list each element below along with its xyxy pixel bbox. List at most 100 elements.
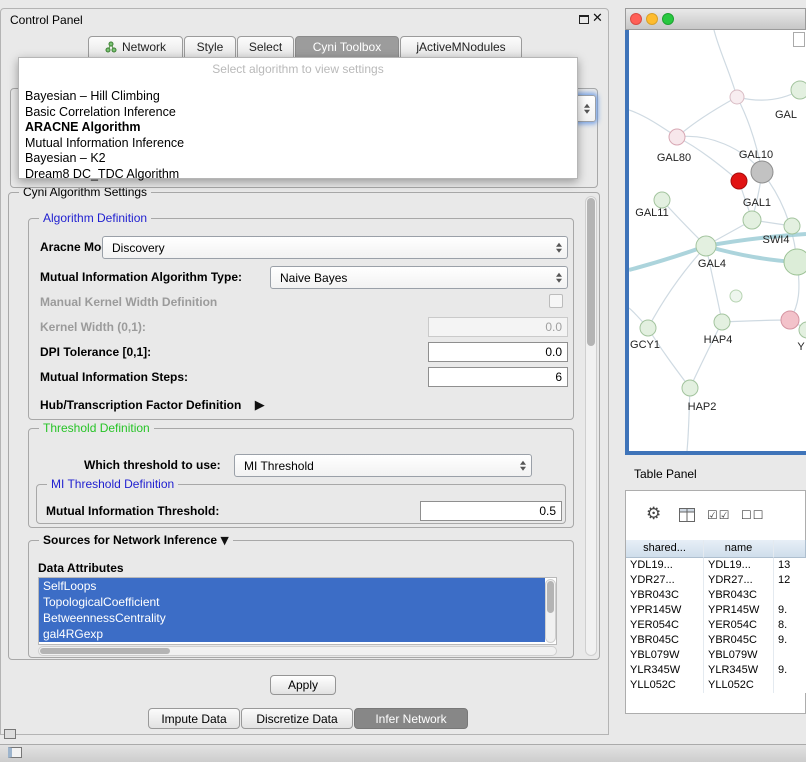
network-node-label: HAP2 xyxy=(688,401,717,413)
network-node[interactable] xyxy=(781,311,799,329)
panel-dock-icon[interactable] xyxy=(4,729,16,739)
column-header-shared-name[interactable]: shared... xyxy=(626,540,704,558)
sources-group-title[interactable]: Sources for Network Inference ▼ xyxy=(39,533,233,547)
tab-network[interactable]: Network xyxy=(88,36,183,58)
network-node[interactable] xyxy=(743,211,761,229)
algorithm-dropdown-options: Bayesian – Hill ClimbingBasic Correlatio… xyxy=(19,89,577,182)
table-row[interactable]: YBR045CYBR045C9. xyxy=(626,633,806,648)
apply-button[interactable]: Apply xyxy=(270,675,336,695)
network-node[interactable] xyxy=(730,290,742,302)
column-header-partial[interactable] xyxy=(774,540,806,558)
attribute-list-item[interactable]: SelfLoops xyxy=(39,578,545,594)
attribute-list-item[interactable]: TopologicalCoefficient xyxy=(39,594,545,610)
bottom-tab-impute-data[interactable]: Impute Data xyxy=(148,708,240,729)
algorithm-option[interactable]: Bayesian – Hill Climbing xyxy=(19,89,577,105)
network-scrollbar[interactable] xyxy=(793,32,805,47)
network-node-label: GAL10 xyxy=(739,149,773,161)
network-node-label: GAL xyxy=(775,109,797,121)
table-cell: YDL19... xyxy=(704,558,774,573)
algorithm-option[interactable]: ARACNE Algorithm xyxy=(19,120,577,136)
float-panel-icon[interactable] xyxy=(579,15,589,24)
table-row[interactable]: YLL052CYLL052C xyxy=(626,678,806,693)
network-node[interactable] xyxy=(784,249,806,275)
network-node[interactable] xyxy=(751,161,773,183)
tab-jactivemnodules[interactable]: jActiveMNodules xyxy=(400,36,522,58)
settings-gear-icon[interactable]: ⚙ xyxy=(646,504,661,524)
algorithm-option[interactable]: Bayesian – K2 xyxy=(19,151,577,167)
tab-style[interactable]: Style xyxy=(184,36,236,58)
sources-collapse-icon[interactable]: ▼ xyxy=(220,534,228,547)
algorithm-option[interactable]: Dream8 DC_TDC Algorithm xyxy=(19,167,577,183)
tab-select[interactable]: Select xyxy=(237,36,294,58)
mi-type-select[interactable]: Naive Bayes xyxy=(270,266,568,289)
columns-icon[interactable] xyxy=(679,508,695,525)
algorithm-option[interactable]: Basic Correlation Inference xyxy=(19,105,577,121)
network-node[interactable] xyxy=(730,90,744,104)
table-cell: YLR345W xyxy=(626,663,704,678)
bottom-tab-discretize-data[interactable]: Discretize Data xyxy=(241,708,353,729)
mi-threshold-group-title: MI Threshold Definition xyxy=(47,477,178,491)
network-node[interactable] xyxy=(654,192,670,208)
network-node-label: GAL11 xyxy=(635,207,668,219)
tab-label: Cyni Toolbox xyxy=(313,40,381,54)
mi-type-label: Mutual Information Algorithm Type: xyxy=(40,270,242,284)
dpi-tolerance-field[interactable]: 0.0 xyxy=(428,342,568,362)
network-node[interactable] xyxy=(696,236,716,256)
table-cell: YLL052C xyxy=(704,678,774,693)
manual-kernel-checkbox[interactable] xyxy=(549,294,563,308)
table-row[interactable]: YPR145WYPR145W9. xyxy=(626,603,806,618)
deselect-all-rows-icon[interactable]: ☐☐ xyxy=(741,508,765,522)
aracne-mode-select[interactable]: Discovery xyxy=(102,236,568,259)
attributes-vscrollbar-thumb[interactable] xyxy=(547,581,554,613)
window-close-button[interactable] xyxy=(630,13,642,25)
table-cell: YBL079W xyxy=(704,648,774,663)
which-threshold-select[interactable]: MI Threshold xyxy=(234,454,532,477)
data-attributes-list: SelfLoopsTopologicalCoefficientBetweenne… xyxy=(39,578,545,642)
network-node[interactable] xyxy=(731,173,747,189)
column-header-name[interactable]: name xyxy=(704,540,774,558)
control-panel-title: Control Panel xyxy=(10,13,83,27)
settings-scrollbar-thumb[interactable] xyxy=(587,198,595,346)
table-cell: YDR27... xyxy=(704,573,774,588)
attributes-hscrollbar-thumb[interactable] xyxy=(40,648,170,654)
hub-section-row[interactable]: Hub/Transcription Factor Definition ▶ xyxy=(40,398,265,413)
table-row[interactable]: YER054CYER054C8. xyxy=(626,618,806,633)
table-row[interactable]: YDL19...YDL19...13 xyxy=(626,558,806,573)
window-zoom-button[interactable] xyxy=(662,13,674,25)
window-minimize-button[interactable] xyxy=(646,13,658,25)
table-cell: YDL19... xyxy=(626,558,704,573)
attribute-list-item[interactable]: gal4RGexp xyxy=(39,626,545,642)
network-node[interactable] xyxy=(799,322,806,338)
sources-title-text: Sources for Network Inference xyxy=(43,533,217,547)
table-row[interactable]: YBR043CYBR043C xyxy=(626,588,806,603)
tab-cyni-toolbox[interactable]: Cyni Toolbox xyxy=(295,36,399,58)
tab-label: Select xyxy=(249,40,282,54)
table-cell: 9. xyxy=(774,663,806,678)
close-icon[interactable]: ✕ xyxy=(592,11,603,26)
network-node[interactable] xyxy=(714,314,730,330)
table-body: YDL19...YDL19...13YDR27...YDR27...12YBR0… xyxy=(626,558,806,713)
table-row[interactable]: YDR27...YDR27...12 xyxy=(626,573,806,588)
bottom-tab-infer-network[interactable]: Infer Network xyxy=(354,708,468,729)
network-node[interactable] xyxy=(682,380,698,396)
network-canvas[interactable]: GALGAL80GAL10GAL11GAL1SWI4GAL4GCY1HAP4YH… xyxy=(629,30,806,451)
status-bar-panel-icon[interactable] xyxy=(8,747,22,758)
network-node[interactable] xyxy=(640,320,656,336)
algorithm-option[interactable]: Mutual Information Inference xyxy=(19,136,577,152)
combo-stepper-icon xyxy=(556,272,562,283)
network-node[interactable] xyxy=(784,218,800,234)
table-row[interactable]: YLR345WYLR345W9. xyxy=(626,663,806,678)
data-attributes-listbox: SelfLoopsTopologicalCoefficientBetweenne… xyxy=(38,577,557,645)
table-cell: 9. xyxy=(774,603,806,618)
mi-steps-field[interactable]: 6 xyxy=(428,367,568,387)
network-tab-icon xyxy=(105,41,117,53)
select-all-rows-icon[interactable]: ☑☑ xyxy=(707,508,731,522)
mi-type-value: Naive Bayes xyxy=(280,271,347,285)
mi-threshold-field[interactable]: 0.5 xyxy=(420,501,562,521)
network-node[interactable] xyxy=(791,81,806,99)
tab-label: jActiveMNodules xyxy=(416,40,505,54)
table-row[interactable]: YBL079WYBL079W xyxy=(626,648,806,663)
attribute-list-item[interactable]: BetweennessCentrality xyxy=(39,610,545,626)
hub-expand-icon[interactable]: ▶ xyxy=(255,398,265,413)
network-node[interactable] xyxy=(669,129,685,145)
